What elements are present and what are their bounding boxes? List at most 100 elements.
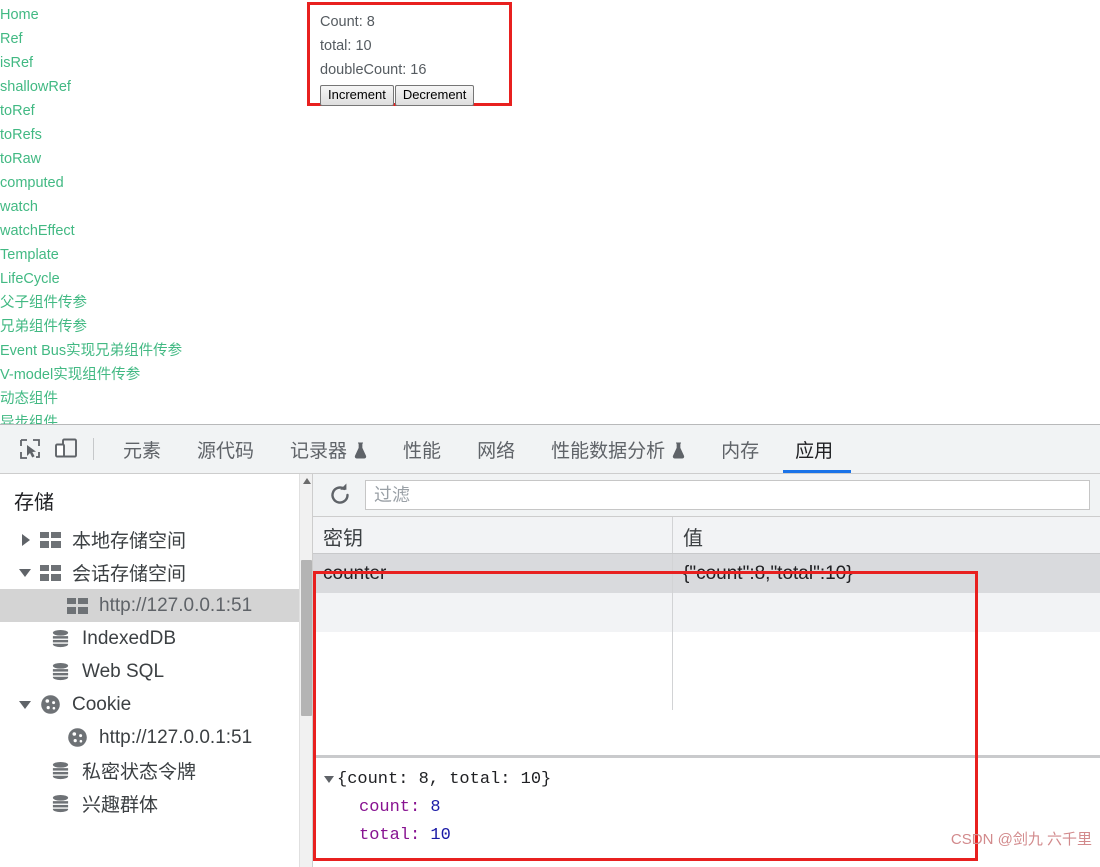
cookie-icon	[37, 694, 63, 716]
database-icon	[47, 661, 73, 683]
sidebar-item-label: Cookie	[72, 693, 132, 715]
toolbar-divider	[93, 438, 94, 460]
nav-link-computed[interactable]: computed	[0, 171, 300, 195]
sidebar-item-label: 本地存储空间	[72, 531, 187, 552]
sidebar-item-private-state-tokens[interactable]: 私密状态令牌	[0, 754, 312, 787]
sidebar-item-indexeddb[interactable]: IndexedDB	[0, 622, 312, 655]
sidebar-item-local-storage[interactable]: 本地存储空间	[0, 523, 312, 556]
tab-application-label: 应用	[795, 440, 834, 462]
inspect-element-icon[interactable]	[12, 432, 48, 466]
devtools-panel: 元素 源代码 记录器 性能 网络 性能数据分析 内存 应用 存储 本地存储空间 …	[0, 424, 1100, 867]
sidebar-item-session-storage[interactable]: 会话存储空间	[0, 556, 312, 589]
nav-link-sibling-props[interactable]: 兄弟组件传参	[0, 315, 300, 339]
table-row-empty[interactable]	[313, 632, 1100, 671]
nav-link-watcheffect[interactable]: watchEffect	[0, 219, 300, 243]
watermark-text: CSDN @剑九 六千里	[950, 831, 1092, 848]
sidebar-item-label: http://127.0.0.1:51	[99, 726, 253, 748]
refresh-icon[interactable]	[323, 480, 357, 510]
nav-link-parent-child-props[interactable]: 父子组件传参	[0, 291, 300, 315]
counter-total-text: total: 10	[320, 38, 372, 54]
increment-button[interactable]: Increment	[320, 85, 394, 106]
tab-network[interactable]: 网络	[459, 425, 533, 473]
preview-entry-key: total:	[359, 826, 421, 845]
counter-buttons: Increment Decrement	[320, 85, 499, 106]
nav-link-home[interactable]: Home	[0, 3, 300, 27]
flask-icon	[354, 441, 367, 459]
storage-key-value-table: 密钥 值 counter {"count":8,"total":10}	[313, 517, 1100, 710]
nav-link-v-model[interactable]: V-model实现组件传参	[0, 363, 300, 387]
tab-recorder-label: 记录器	[290, 440, 348, 462]
sidebar-item-label: IndexedDB	[82, 627, 177, 649]
filter-input[interactable]	[365, 480, 1090, 510]
sidebar-item-label: 兴趣群体	[82, 795, 159, 816]
tab-elements[interactable]: 元素	[105, 425, 179, 473]
table-header-row: 密钥 值	[313, 517, 1100, 554]
nav-link-async-component[interactable]: 异步组件	[0, 411, 300, 424]
tab-recorder[interactable]: 记录器	[272, 425, 385, 473]
sidebar-item-session-origin[interactable]: http://127.0.0.1:51	[0, 589, 312, 622]
devtools-body: 存储 本地存储空间 会话存储空间 http://127.0.0.1:51 Ind…	[0, 474, 1100, 867]
nav-link-dynamic-component[interactable]: 动态组件	[0, 387, 300, 411]
sidebar-item-websql[interactable]: Web SQL	[0, 655, 312, 688]
tab-memory-label: 内存	[721, 440, 760, 462]
cell-key-empty	[313, 632, 673, 671]
sidebar-item-label: 私密状态令牌	[82, 762, 197, 783]
database-icon	[47, 793, 73, 815]
scroll-up-arrow-icon[interactable]	[303, 478, 311, 484]
tab-application[interactable]: 应用	[777, 425, 852, 473]
value-preview-pane: {count: 8, total: 10} count: 8 total: 10	[313, 755, 1100, 867]
tab-sources-label: 源代码	[197, 440, 255, 462]
sidebar-item-label: Web SQL	[82, 660, 165, 682]
table-icon	[37, 529, 63, 551]
table-row-empty[interactable]	[313, 593, 1100, 632]
cell-value-empty	[673, 671, 1100, 710]
nav-link-ref[interactable]: Ref	[0, 27, 300, 51]
tab-memory[interactable]: 内存	[703, 425, 777, 473]
chevron-down-icon[interactable]	[18, 564, 35, 581]
flask-icon	[672, 441, 685, 459]
nav-link-shallowref[interactable]: shallowRef	[0, 75, 300, 99]
database-icon	[47, 760, 73, 782]
preview-header-text: {count: 8, total: 10}	[337, 770, 552, 789]
tab-performance[interactable]: 性能	[385, 425, 459, 473]
cookie-icon	[64, 727, 90, 749]
sidebar-scrollbar[interactable]	[299, 474, 312, 867]
site-nav-links: Home Ref isRef shallowRef toRef toRefs t…	[0, 0, 300, 424]
tab-performance-insights-label: 性能数据分析	[551, 440, 666, 462]
sidebar-item-interest-groups[interactable]: 兴趣群体	[0, 787, 312, 820]
nav-link-event-bus[interactable]: Event Bus实现兄弟组件传参	[0, 339, 300, 363]
nav-link-isref[interactable]: isRef	[0, 51, 300, 75]
decrement-button[interactable]: Decrement	[394, 85, 475, 106]
tab-network-label: 网络	[477, 440, 516, 462]
browser-page-area: Home Ref isRef shallowRef toRef toRefs t…	[0, 0, 1100, 424]
sidebar-item-cookie-origin[interactable]: http://127.0.0.1:51	[0, 721, 312, 754]
column-header-value[interactable]: 值	[673, 517, 1100, 553]
nav-link-watch[interactable]: watch	[0, 195, 300, 219]
nav-link-lifecycle[interactable]: LifeCycle	[0, 267, 300, 291]
devtools-toolbar: 元素 源代码 记录器 性能 网络 性能数据分析 内存 应用	[0, 425, 1100, 474]
device-toolbar-icon[interactable]	[48, 432, 84, 466]
tab-sources[interactable]: 源代码	[179, 425, 272, 473]
storage-main-panel: 密钥 值 counter {"count":8,"total":10}	[313, 474, 1100, 867]
nav-link-torefs[interactable]: toRefs	[0, 123, 300, 147]
sidebar-item-cookie[interactable]: Cookie	[0, 688, 312, 721]
nav-link-toref[interactable]: toRef	[0, 99, 300, 123]
preview-object-header[interactable]: {count: 8, total: 10}	[321, 766, 1100, 794]
tab-performance-insights[interactable]: 性能数据分析	[533, 425, 703, 473]
table-row-empty[interactable]	[313, 671, 1100, 710]
preview-entry-count: count: 8	[321, 794, 1100, 822]
nav-link-toraw[interactable]: toRaw	[0, 147, 300, 171]
nav-link-template[interactable]: Template	[0, 243, 300, 267]
counter-component-annotation: Count: 8 total: 10 doubleCount: 16 Incre…	[307, 2, 512, 106]
tab-elements-label: 元素	[123, 440, 162, 462]
sidebar-item-label: http://127.0.0.1:51	[99, 594, 253, 616]
sidebar-scrollbar-thumb[interactable]	[301, 560, 312, 716]
column-header-key[interactable]: 密钥	[313, 517, 673, 553]
counter-double-text: doubleCount: 16	[320, 62, 427, 78]
cell-key-empty	[313, 671, 673, 710]
cell-value-empty	[673, 593, 1100, 632]
table-row[interactable]: counter {"count":8,"total":10}	[313, 554, 1100, 593]
chevron-right-icon[interactable]	[18, 531, 35, 548]
chevron-down-icon[interactable]	[18, 696, 35, 713]
database-icon	[47, 628, 73, 650]
